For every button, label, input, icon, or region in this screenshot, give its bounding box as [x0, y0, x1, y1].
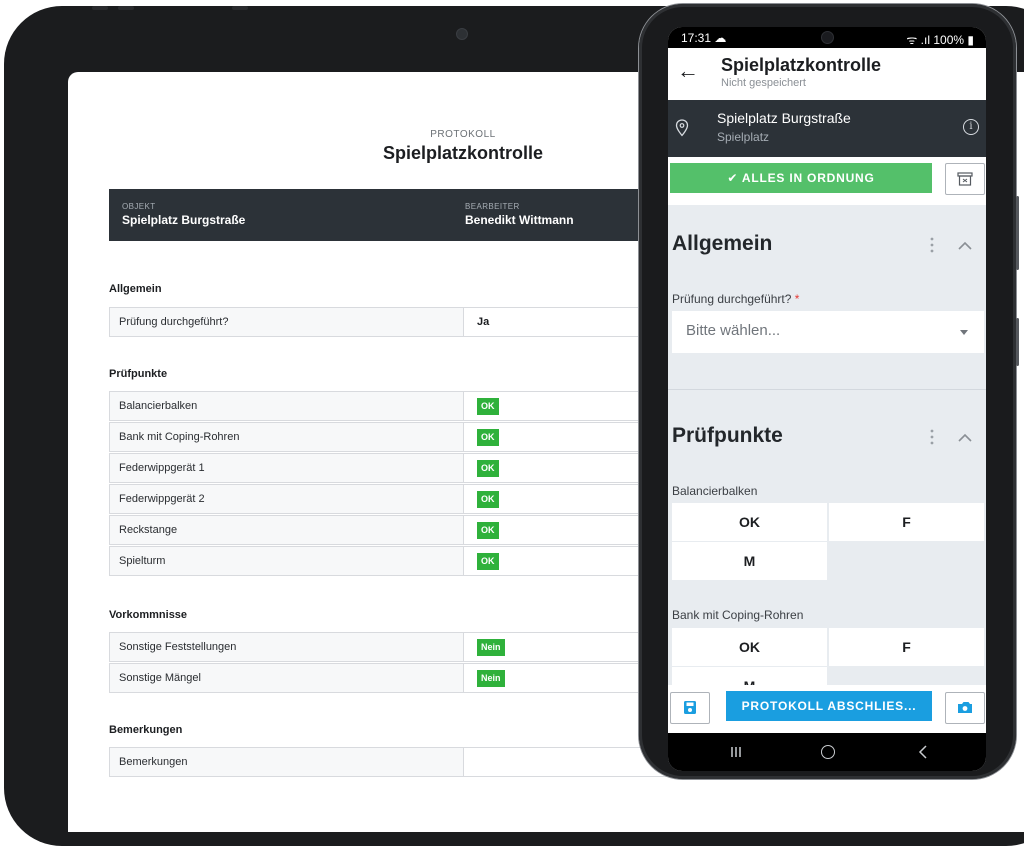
battery-icon: ▮ — [964, 33, 974, 47]
more-vert-icon[interactable] — [930, 428, 934, 446]
field-label-text: Prüfung durchgeführt? — [672, 292, 792, 306]
status-badge-ok: OK — [477, 552, 499, 570]
header-objekt-label: OBJEKT — [122, 202, 156, 211]
row-label: Reckstange — [110, 516, 464, 544]
status-badge-ok: OK — [477, 397, 499, 415]
back-arrow-icon[interactable]: ← — [674, 57, 702, 85]
section-title-allgemein: Allgemein — [109, 283, 162, 295]
tablet-hardware-button — [118, 6, 134, 10]
status-badge-ok: OK — [477, 521, 499, 539]
option-m-button[interactable]: M — [672, 542, 827, 580]
archive-button[interactable] — [945, 163, 985, 195]
all-ok-button[interactable]: ✔︎ ALLES IN ORDNUNG — [670, 163, 932, 193]
section-divider — [668, 389, 986, 390]
status-bar: 17:31 ☁ ᯤ .ıl 100% ▮ — [668, 27, 986, 48]
all-ok-label: ALLES IN ORDNUNG — [741, 171, 875, 185]
save-icon — [684, 701, 696, 714]
archive-icon — [957, 172, 973, 186]
header-objekt-value: Spielplatz Burgstraße — [122, 213, 246, 227]
nav-back-icon[interactable] — [918, 744, 928, 760]
header-bearbeiter-label: BEARBEITER — [465, 202, 520, 211]
row-label: Spielturm — [110, 547, 464, 575]
cloud-icon: ☁ — [714, 31, 727, 45]
system-nav-bar — [668, 733, 986, 771]
quick-actions: ✔︎ ALLES IN ORDNUNG — [668, 157, 986, 205]
row-label: Bank mit Coping-Rohren — [110, 423, 464, 451]
location-pin-icon — [675, 119, 689, 137]
header-bearbeiter: BEARBEITER Benedikt Wittmann — [465, 202, 574, 227]
row-label: Prüfung durchgeführt? — [110, 308, 464, 336]
status-time: 17:31 ☁ — [681, 31, 726, 45]
bottom-action-bar: PROTOKOLL ABSCHLIES... — [668, 685, 986, 733]
chevron-up-icon[interactable] — [957, 433, 973, 443]
section-title-bemerkungen: Bemerkungen — [109, 724, 183, 736]
select-placeholder: Bitte wählen... — [686, 322, 781, 339]
nav-recent-icon[interactable] — [729, 745, 743, 759]
form-content[interactable]: ✔︎ ALLES IN ORDNUNG Allgemein Prüfung du… — [668, 157, 986, 685]
battery-level: 100% — [933, 33, 965, 47]
field-label-pruefung: Prüfung durchgeführt? * — [672, 292, 799, 306]
more-vert-icon[interactable] — [930, 236, 934, 254]
row-label: Federwippgerät 1 — [110, 454, 464, 482]
section-title-vorkommnisse: Vorkommnisse — [109, 609, 188, 621]
tablet-camera — [456, 28, 468, 40]
page-title: Spielplatzkontrolle — [721, 55, 882, 75]
section-title-allgemein: Allgemein — [672, 232, 773, 255]
dropdown-arrow-icon — [960, 330, 968, 335]
status-indicators: ᯤ .ıl 100% ▮ — [906, 31, 974, 48]
nav-home-icon[interactable] — [821, 745, 835, 759]
wifi-signal-icon: ᯤ .ıl — [906, 33, 934, 47]
status-badge-nein: Nein — [477, 638, 505, 656]
tablet-hardware-button — [232, 6, 248, 10]
chevron-up-icon[interactable] — [957, 241, 973, 251]
front-camera — [821, 31, 834, 44]
save-button[interactable] — [670, 692, 710, 724]
header-bearbeiter-value: Benedikt Wittmann — [465, 213, 574, 227]
row-label: Balancierbalken — [110, 392, 464, 420]
checkmark-icon: ✔︎ — [727, 171, 742, 185]
row-label: Sonstige Mängel — [110, 664, 464, 692]
info-icon[interactable]: i — [963, 119, 979, 135]
phone-screen: 17:31 ☁ ᯤ .ıl 100% ▮ ← Spielplatzkontrol… — [668, 27, 986, 771]
camera-icon — [958, 702, 972, 713]
status-badge-nein: Nein — [477, 669, 505, 687]
status-time-text: 17:31 — [681, 31, 712, 45]
status-badge-ok: OK — [477, 459, 499, 477]
row-label: Sonstige Feststellungen — [110, 633, 464, 661]
section-title-pruefpunkte: Prüfpunkte — [672, 424, 783, 447]
finish-protocol-button[interactable]: PROTOKOLL ABSCHLIES... — [726, 691, 932, 721]
phone-volume-button — [1016, 196, 1019, 270]
phone-device: 17:31 ☁ ᯤ .ıl 100% ▮ ← Spielplatzkontrol… — [639, 4, 1019, 779]
option-ok-button[interactable]: OK — [672, 628, 827, 666]
object-name: Spielplatz Burgstraße — [717, 110, 851, 126]
phone-power-button — [1016, 318, 1019, 366]
tablet-hardware-button — [92, 6, 108, 10]
row-label: Bemerkungen — [110, 748, 464, 776]
pruefung-select[interactable]: Bitte wählen... — [672, 311, 984, 353]
option-ok-button[interactable]: OK — [672, 503, 827, 541]
option-f-button[interactable]: F — [829, 503, 984, 541]
status-badge-ok: OK — [477, 428, 499, 446]
object-bar[interactable]: Spielplatz Burgstraße Spielplatz i — [668, 100, 986, 157]
save-status: Nicht gespeichert — [721, 77, 806, 89]
required-marker: * — [794, 292, 800, 306]
option-m-button[interactable]: M — [672, 667, 827, 685]
header-objekt: OBJEKT Spielplatz Burgstraße — [122, 202, 245, 227]
app-bar: ← Spielplatzkontrolle Nicht gespeichert — [668, 48, 986, 100]
camera-button[interactable] — [945, 692, 985, 724]
item-label-bank: Bank mit Coping-Rohren — [672, 608, 804, 622]
object-type: Spielplatz — [717, 130, 770, 144]
row-label: Federwippgerät 2 — [110, 485, 464, 513]
status-badge-ok: OK — [477, 490, 499, 508]
item-label-balancierbalken: Balancierbalken — [672, 484, 758, 498]
option-f-button[interactable]: F — [829, 628, 984, 666]
section-title-pruefpunkte: Prüfpunkte — [109, 368, 168, 380]
